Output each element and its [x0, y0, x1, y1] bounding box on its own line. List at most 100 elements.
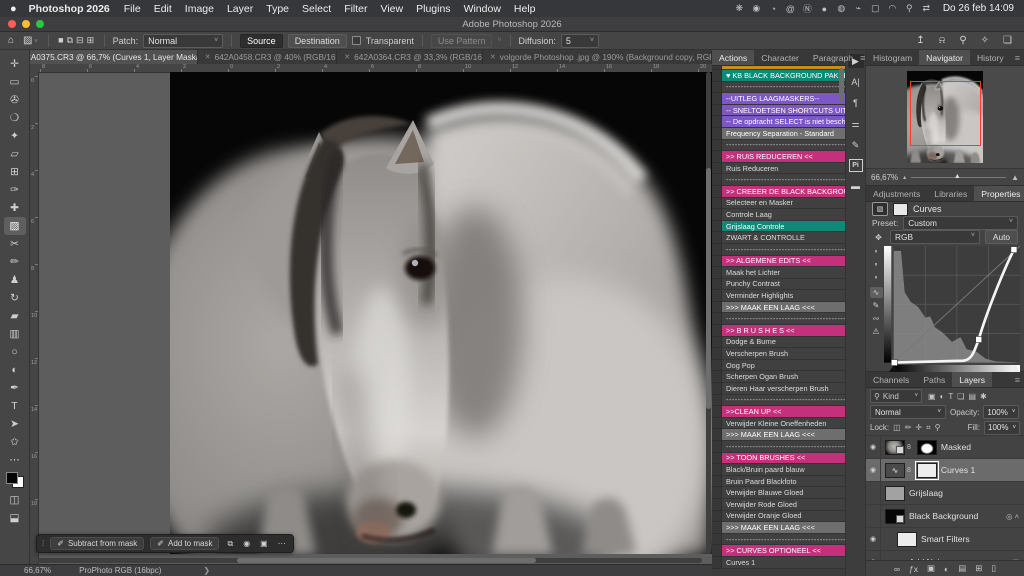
close-tab-icon[interactable]: ✕ [205, 53, 211, 61]
layer-row[interactable]: Black Background◎ ˄ [866, 505, 1024, 528]
action-toggle-cell[interactable] [712, 279, 722, 291]
move-tool[interactable]: ✛ [4, 55, 26, 73]
properties-tab-adjustments[interactable]: Adjustments [866, 186, 927, 201]
invert-mask-icon[interactable]: ◉ [241, 539, 252, 549]
white-point-eyedropper-icon[interactable]: ❜ [870, 274, 883, 285]
action-toggle-cell[interactable] [712, 348, 722, 360]
plugins-panel-icon[interactable]: Pi [849, 159, 863, 172]
action-item[interactable]: Bruin Paard Blackfoto [712, 476, 845, 488]
action-item[interactable]: Dieren Haar verscherpen Brush [712, 383, 845, 395]
control-icon[interactable]: ⌁ [850, 3, 867, 14]
action-toggle-cell[interactable] [712, 441, 722, 453]
layer-filter-select[interactable]: ⚲ Kind ˅ [870, 389, 922, 403]
layer-visibility-eye-icon[interactable] [866, 482, 881, 504]
filter-adjustment-icon[interactable]: ◐ [940, 392, 945, 401]
notion-icon[interactable]: Ⓝ [799, 2, 816, 15]
eraser-tool[interactable]: ▰ [4, 307, 26, 325]
selection-mode-icon-1[interactable]: ⧉ [65, 35, 74, 46]
properties-tab-libraries[interactable]: Libraries [927, 186, 974, 201]
action-toggle-cell[interactable] [712, 337, 722, 349]
wifi-icon[interactable]: ◠ [884, 3, 901, 14]
menu-layer[interactable]: Layer [227, 3, 253, 15]
eyedropper-tool[interactable]: ✑ [4, 181, 26, 199]
action-toggle-cell[interactable] [712, 534, 722, 546]
quick-mask-icon[interactable]: ◫ [4, 491, 26, 509]
action-item[interactable]: ----------------------------------------… [712, 441, 845, 453]
layer-visibility-eye-icon[interactable]: ◉ [866, 528, 881, 550]
action-toggle-cell[interactable] [712, 406, 722, 418]
screen-mode-icon[interactable]: ⬓ [4, 509, 26, 527]
layer-visibility-eye-icon[interactable] [866, 505, 881, 527]
apple-menu-icon[interactable]: ● [10, 3, 17, 15]
action-item[interactable]: >>> MAAK EEN LAAG <<< [712, 522, 845, 534]
action-item[interactable]: -- De opdracht SELECT is niet beschik... [712, 116, 845, 128]
panel-menu-icon[interactable]: ≡ [1015, 375, 1024, 385]
fill-select[interactable]: 100%˅ [984, 421, 1020, 435]
select-subject-icon[interactable]: ⧉ [225, 539, 235, 549]
path-selection-tool[interactable]: ➤ [4, 415, 26, 433]
menu-image[interactable]: Image [185, 3, 214, 15]
edit-points-icon[interactable]: ∿ [870, 287, 883, 298]
lock-transparency-icon[interactable]: ◫ [893, 423, 901, 433]
action-toggle-cell[interactable] [712, 70, 722, 82]
action-toggle-cell[interactable] [712, 209, 722, 221]
action-item[interactable]: ----------------------------------------… [712, 82, 845, 94]
action-item[interactable]: ----------------------------------------… [712, 174, 845, 186]
zoom-out-icon[interactable]: ▴ [903, 174, 906, 181]
patch-tool[interactable]: ▨ [4, 217, 26, 235]
layer-mask-thumbnail[interactable] [917, 463, 937, 478]
new-group-icon[interactable]: ▤ [958, 563, 966, 574]
targeted-adjustment-icon[interactable]: ✥ [872, 232, 885, 243]
action-toggle-cell[interactable] [712, 487, 722, 499]
action-item[interactable]: -- SNELTOETSEN SHORTCUTS UITLE... [712, 105, 845, 117]
action-toggle-cell[interactable] [712, 267, 722, 279]
pattern-picker-caret[interactable]: ˅ [497, 37, 501, 44]
action-item[interactable]: >> RUIS REDUCEREN << [712, 151, 845, 163]
channel-select[interactable]: RGB˅ [890, 230, 980, 244]
layer-thumbnail[interactable]: ∿ [885, 463, 905, 478]
workspace-icon[interactable]: ❏ [1001, 35, 1014, 46]
action-item[interactable]: >> TOON BRUSHES << [712, 453, 845, 465]
actions-tab-paragraph[interactable]: Paragraph [806, 50, 860, 65]
action-item[interactable]: Frequency Separation - Standard [712, 128, 845, 140]
search-icon[interactable]: ⚲ [901, 3, 918, 14]
home-icon[interactable]: ⌂ [6, 35, 16, 46]
action-toggle-cell[interactable] [712, 221, 722, 233]
at-icon[interactable]: @ [782, 4, 799, 14]
notifications-bell-icon[interactable]: ⍾ [937, 35, 948, 46]
action-item[interactable]: >> CURVES OPTIONEEL << [712, 545, 845, 557]
horizontal-scrollbar[interactable] [38, 558, 702, 563]
action-item[interactable]: Scherpen Ogan Brush [712, 371, 845, 383]
minimize-window-button[interactable] [22, 20, 30, 28]
pen-tool[interactable]: ✒ [4, 379, 26, 397]
action-item[interactable]: Verwijder Rode Gloed [712, 499, 845, 511]
action-item[interactable]: Verwijder Kleine Oneffenheden [712, 418, 845, 430]
search-icon[interactable]: ⚲ [957, 35, 968, 46]
destination-button[interactable]: Destination [288, 34, 347, 48]
gradient-tool[interactable]: ▥ [4, 325, 26, 343]
layer-visibility-eye-icon[interactable]: ◉ [866, 459, 881, 481]
actions-tab-actions[interactable]: Actions [712, 50, 754, 65]
properties-tab-properties[interactable]: Properties [974, 186, 1024, 201]
canvas-area[interactable]: 864202468101214161820 024681012141618 ⁞ … [30, 64, 712, 564]
menu-edit[interactable]: Edit [154, 3, 172, 15]
clone-stamp-tool[interactable]: ♟ [4, 271, 26, 289]
action-item[interactable]: >>> MAAK EEN LAAG <<< [712, 429, 845, 441]
dodge-tool[interactable]: ◐ [4, 361, 26, 379]
filter-type-icon[interactable]: T [948, 392, 953, 401]
clipping-warning-icon[interactable]: ⚠ [870, 326, 883, 337]
zoom-window-button[interactable] [36, 20, 44, 28]
layer-visibility-eye-icon[interactable]: ◉ [866, 436, 881, 458]
zoom-in-icon[interactable]: ▲ [1011, 173, 1019, 182]
action-toggle-cell[interactable] [712, 302, 722, 314]
action-item[interactable]: Verscherpen Brush [712, 348, 845, 360]
history-brush-tool[interactable]: ↻ [4, 289, 26, 307]
use-pattern-button[interactable]: Use Pattern [431, 34, 493, 48]
action-toggle-cell[interactable] [712, 290, 722, 302]
selection-mode-icon-0[interactable]: ■ [57, 35, 65, 46]
layer-thumbnail[interactable] [885, 440, 905, 455]
actions-tab-character[interactable]: Character [754, 50, 806, 65]
layer-row[interactable]: Grijslaag [866, 482, 1024, 505]
layer-row-extra-icon[interactable]: ◎ ˄ [1006, 512, 1024, 521]
action-item[interactable]: Grijslaag Controle [712, 221, 845, 233]
